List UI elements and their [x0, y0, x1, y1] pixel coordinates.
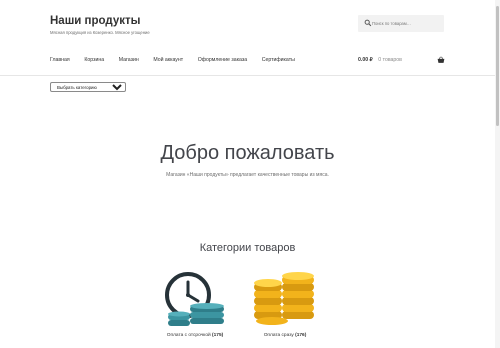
nav-item-shop[interactable]: Магазин	[119, 57, 139, 63]
search-form	[358, 15, 444, 32]
search-icon	[364, 19, 372, 27]
gold-coins-icon	[254, 272, 314, 325]
nav-item-cart[interactable]: Корзина	[84, 57, 104, 63]
main-navigation: Главная Корзина Магазин Мой аккаунт Офор…	[50, 57, 309, 63]
header-cart[interactable]: 0.00 ₽ 0 товаров	[358, 57, 402, 63]
site-description: Мясная продукция из Козеренко. Мясное уг…	[50, 30, 150, 35]
nav-item-my-account[interactable]: Мой аккаунт	[153, 57, 183, 63]
category-select[interactable]: Выбрать категорию	[50, 82, 126, 92]
page-intro: Магазин «Наши продукты» предлагает качес…	[166, 172, 329, 178]
nav-item-home[interactable]: Главная	[50, 57, 70, 63]
cart-total: 0.00 ₽	[358, 57, 373, 63]
basket-icon[interactable]	[437, 56, 445, 64]
page-title: Добро пожаловать	[160, 142, 335, 164]
clock-coins-icon	[165, 272, 224, 326]
header-divider	[0, 75, 495, 76]
category-card-deferred[interactable]: Оплата с отсрочкой (175)	[150, 265, 240, 348]
scrollbar-thumb[interactable]	[496, 6, 499, 126]
nav-item-certificates[interactable]: Сертификаты	[262, 57, 295, 63]
search-input[interactable]	[372, 17, 440, 29]
category-label[interactable]: Оплата с отсрочкой (175)	[150, 333, 240, 338]
cart-count: 0 товаров	[378, 57, 402, 63]
site-title[interactable]: Наши продукты	[50, 15, 140, 27]
category-label[interactable]: Оплата сразу (176)	[240, 333, 330, 338]
nav-item-checkout[interactable]: Оформление заказа	[198, 57, 247, 63]
category-card-immediate[interactable]: Оплата сразу (176)	[240, 265, 330, 348]
categories-title: Категории товаров	[199, 242, 296, 254]
